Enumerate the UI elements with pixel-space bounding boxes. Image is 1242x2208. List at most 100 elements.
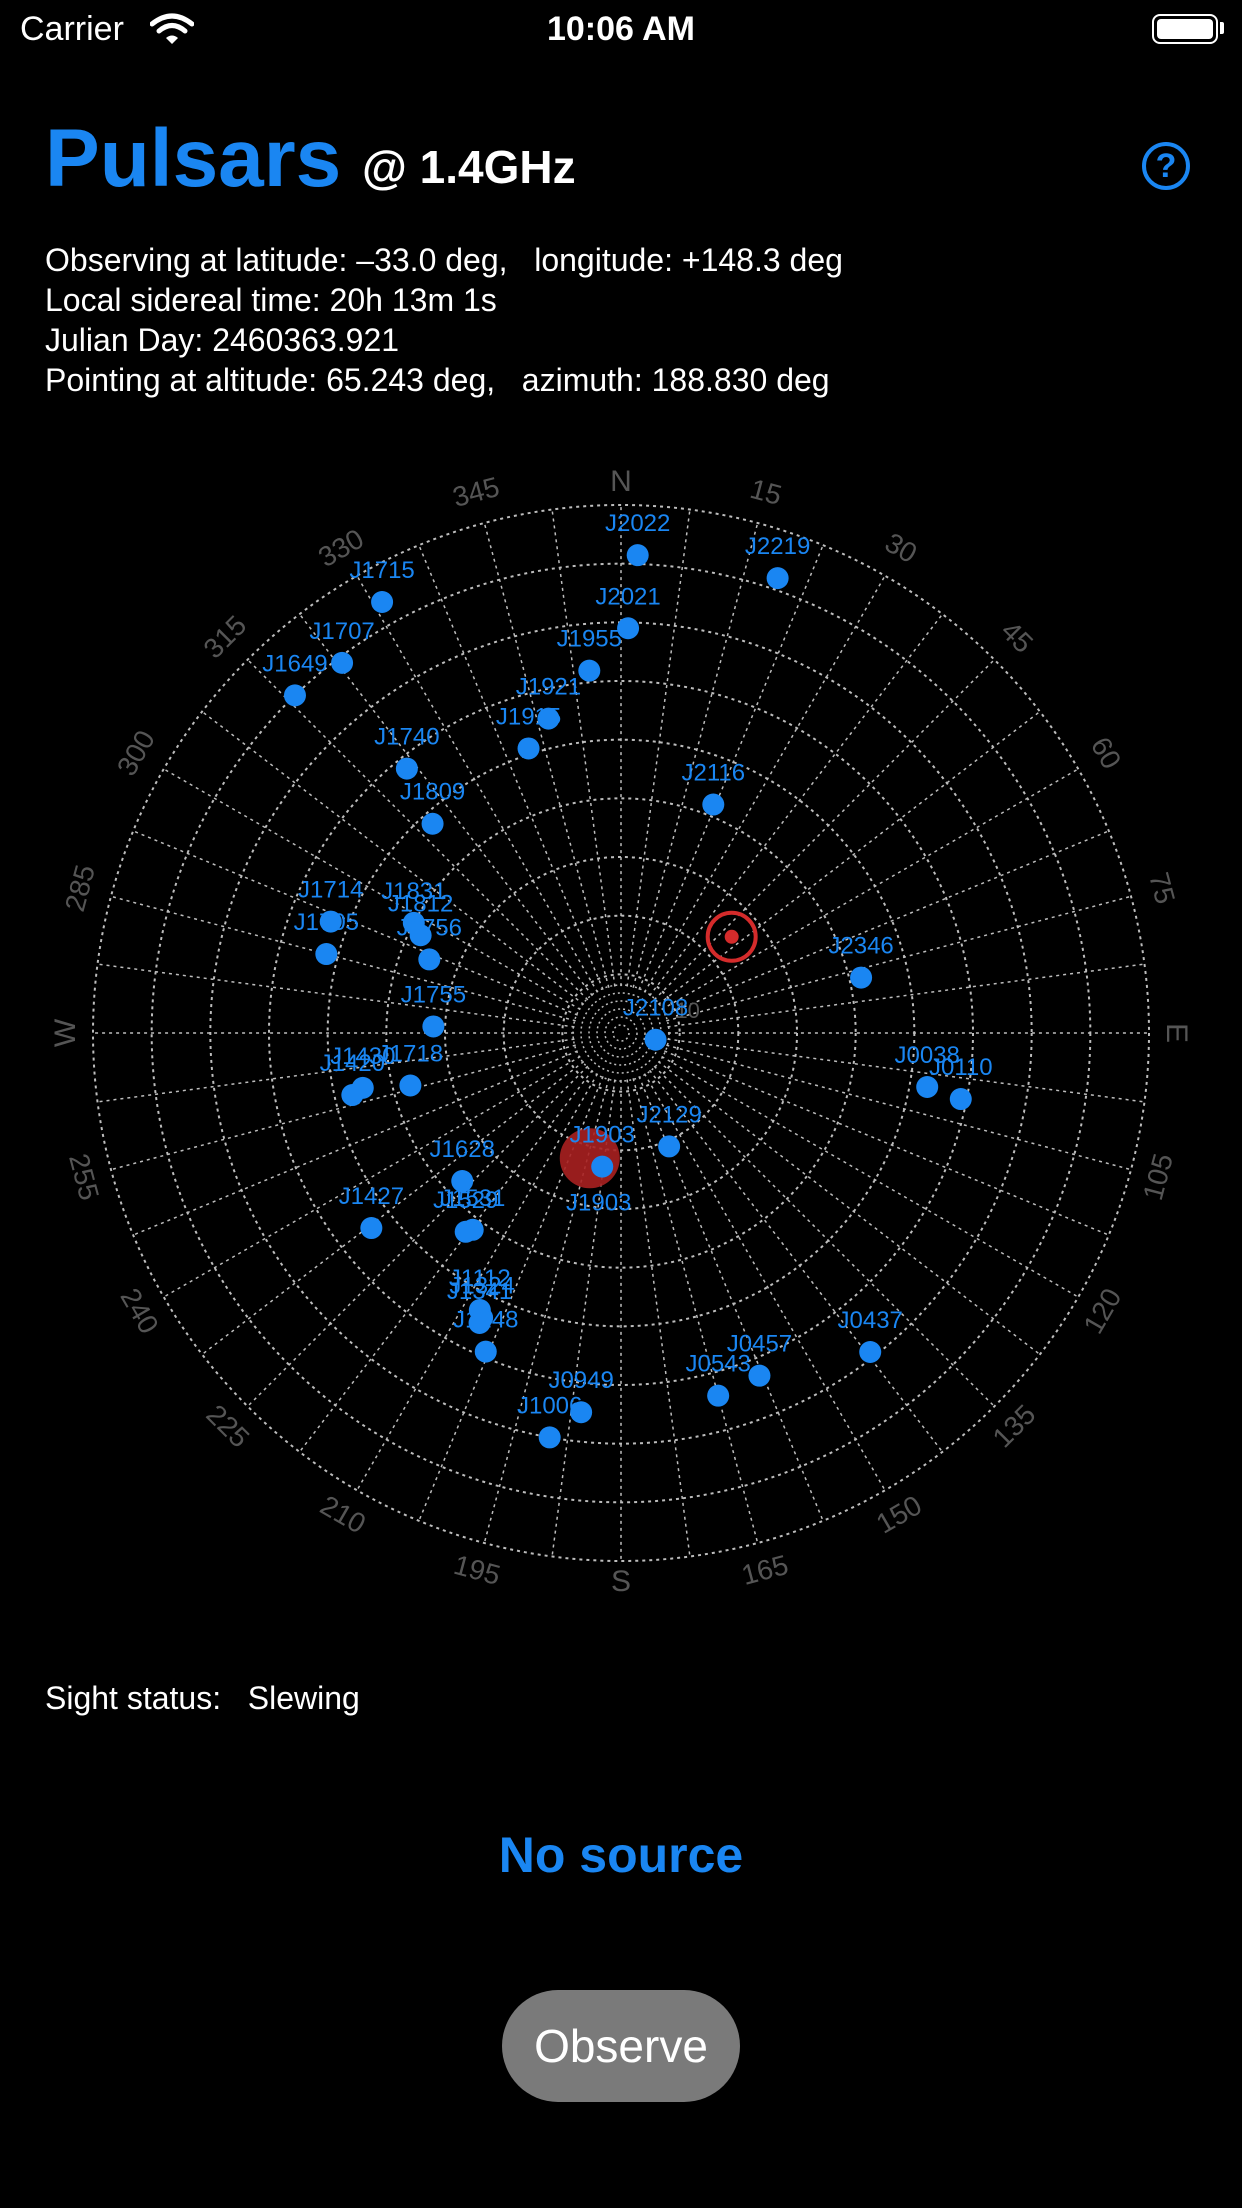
pulsar-label: J1248 xyxy=(453,1307,518,1334)
azimuth-line xyxy=(648,613,944,997)
altitude-text: Pointing at altitude: 65.243 deg, xyxy=(45,362,496,398)
north-label: N xyxy=(610,465,632,498)
pulsar-label: J2116 xyxy=(681,760,745,787)
pulsar-dot xyxy=(949,1088,972,1111)
pointing-label: J1903 xyxy=(566,1190,631,1217)
azimuth-line xyxy=(626,509,691,987)
source-label: No source xyxy=(498,1827,744,1883)
sight-status-value: Slewing xyxy=(247,1680,360,1716)
status-bar: Carrier 10:06 AM xyxy=(0,0,1242,62)
latitude-text: Observing at latitude: –33.0 deg, xyxy=(45,242,508,278)
azimuth-line xyxy=(661,1055,1079,1298)
pulsar-dot xyxy=(702,793,725,816)
pulsar-label: J1420 xyxy=(320,1050,385,1077)
pulsar-dot xyxy=(399,1074,422,1097)
pulsar-dot xyxy=(371,590,394,613)
battery-tip xyxy=(1220,22,1224,34)
pulsar-dot xyxy=(360,1217,383,1240)
pulsar-label: J1628 xyxy=(430,1136,495,1163)
pulsar-label: J1955 xyxy=(557,626,622,653)
julian-day-text: Julian Day: 2460363.921 xyxy=(45,322,400,358)
azimuth-line xyxy=(626,1079,691,1557)
pulsar-dot xyxy=(422,1015,445,1038)
pulsar-dot xyxy=(283,684,306,707)
azimuth-line xyxy=(664,830,1110,1016)
azimuth-line xyxy=(97,963,575,1028)
pulsar-dot xyxy=(341,1084,364,1107)
sidereal-time-text: Local sidereal time: 20h 13m 1s xyxy=(45,282,497,318)
azimuth-tick-label: 30 xyxy=(880,527,922,569)
pulsar-label: J0437 xyxy=(838,1307,903,1334)
azimuth-tick-label: 45 xyxy=(995,615,1039,659)
pulsar-label: J1427 xyxy=(339,1183,404,1210)
azimuth-tick-label: 345 xyxy=(449,471,502,513)
azimuth-tick-label: 120 xyxy=(1077,1283,1127,1339)
azimuth-line xyxy=(483,522,610,988)
clock: 10:06 AM xyxy=(546,10,696,48)
pulsar-dot xyxy=(626,544,649,567)
azimuth-tick-label: 285 xyxy=(59,861,101,914)
zenith-ring xyxy=(604,1016,638,1050)
azimuth-tick-label: 300 xyxy=(111,725,161,781)
pulsar-label: J1903 xyxy=(570,1122,635,1149)
azimuth-tick-label: 165 xyxy=(738,1549,791,1591)
pulsar-label: J1006 xyxy=(517,1392,582,1419)
battery-icon xyxy=(1152,14,1218,44)
pulsar-label: J2346 xyxy=(828,933,893,960)
pulsar-dot xyxy=(315,943,338,966)
sky-chart[interactable]: 1530456075105120135150165195210225240255… xyxy=(0,440,1242,1620)
pulsar-dot xyxy=(578,659,601,682)
altitude-ring xyxy=(326,738,916,1328)
azimuth-line xyxy=(247,1065,589,1407)
location-row: Observing at latitude: –33.0 deg, longit… xyxy=(45,240,843,280)
pulsar-label: J1740 xyxy=(374,724,439,751)
observe-button[interactable]: Observe xyxy=(502,1990,740,2102)
south-label: S xyxy=(611,1565,631,1598)
page-title: Pulsars xyxy=(45,113,342,204)
pulsar-label: J1756 xyxy=(397,914,462,941)
longitude-text: longitude: +148.3 deg xyxy=(534,242,843,278)
pulsar-dot xyxy=(474,1340,497,1363)
pulsar-label: J1324 xyxy=(449,1273,514,1300)
pulsar-dot xyxy=(748,1364,771,1387)
sight-reticle-center xyxy=(724,929,739,944)
pulsar-label: J1707 xyxy=(309,618,374,645)
azimuth-tick-label: 255 xyxy=(63,1150,105,1203)
pulsar-label: J2108 xyxy=(623,995,688,1022)
azimuth-tick-label: 195 xyxy=(451,1549,504,1591)
azimuth-text: azimuth: 188.830 deg xyxy=(521,362,830,398)
azimuth-tick-label: 150 xyxy=(871,1489,927,1539)
azimuth-line xyxy=(664,1050,1110,1236)
pulsar-dot xyxy=(591,1155,614,1178)
pulsar-label: J1915 xyxy=(496,703,561,730)
observer-info: Observing at latitude: –33.0 deg, longit… xyxy=(45,240,843,400)
azimuth-line xyxy=(643,1073,886,1491)
pulsar-label: J1531 xyxy=(440,1185,505,1212)
pulsar-label: J1649 xyxy=(262,650,327,677)
help-button[interactable]: ? xyxy=(1142,142,1190,190)
azimuth-tick-label: 240 xyxy=(114,1283,164,1339)
zenith-ring xyxy=(612,1024,630,1042)
azimuth-line xyxy=(163,768,581,1011)
pulsar-label: J2129 xyxy=(636,1101,701,1128)
sight-status-label: Sight status: xyxy=(45,1680,222,1716)
pulsar-label: J1718 xyxy=(378,1041,443,1068)
sight-status: Sight status: Slewing xyxy=(45,1680,360,1717)
question-circle-icon: ? xyxy=(1155,147,1177,185)
pulsar-dot xyxy=(461,1218,484,1241)
pulsar-label: J0949 xyxy=(548,1367,613,1394)
azimuth-line xyxy=(653,659,995,1001)
pulsar-label: J1714 xyxy=(298,877,363,904)
pointing-row: Pointing at altitude: 65.243 deg, azimut… xyxy=(45,360,843,400)
azimuth-tick-label: 315 xyxy=(197,609,252,664)
azimuth-tick-label: 60 xyxy=(1085,732,1127,774)
pulsar-dot xyxy=(658,1135,681,1158)
azimuth-line xyxy=(551,509,616,987)
pulsar-label: J2219 xyxy=(745,533,810,560)
pulsar-dot xyxy=(421,812,444,835)
azimuth-tick-label: 225 xyxy=(200,1399,255,1454)
pulsar-dot xyxy=(517,737,540,760)
pulsar-label: J2022 xyxy=(605,510,670,537)
pulsar-label: J1809 xyxy=(400,779,465,806)
pulsar-label: J1705 xyxy=(294,909,359,936)
